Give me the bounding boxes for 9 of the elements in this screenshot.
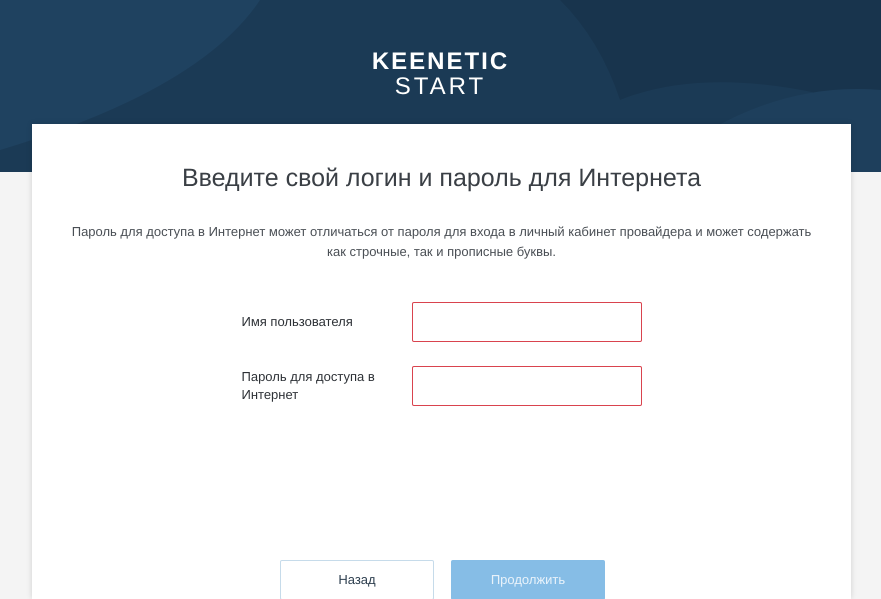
field-label: Имя пользователя: [242, 312, 354, 330]
field-label: Пароль для доступа в Интернет: [242, 368, 376, 404]
logo-brand: KEENETIC: [372, 50, 510, 74]
logo-product: START: [394, 75, 486, 99]
back-button[interactable]: Назад: [280, 560, 434, 599]
description-text: Пароль для доступа в Интернет может отличаться от пароля для входа в личный кабинет провайдера и может содержать как строчные, так и прописные буквы.: [72, 222, 812, 261]
input-field[interactable]: [412, 302, 642, 342]
input-field[interactable]: [412, 366, 642, 406]
page-title: Введите свой логин и пароль для Интернета: [182, 163, 702, 194]
